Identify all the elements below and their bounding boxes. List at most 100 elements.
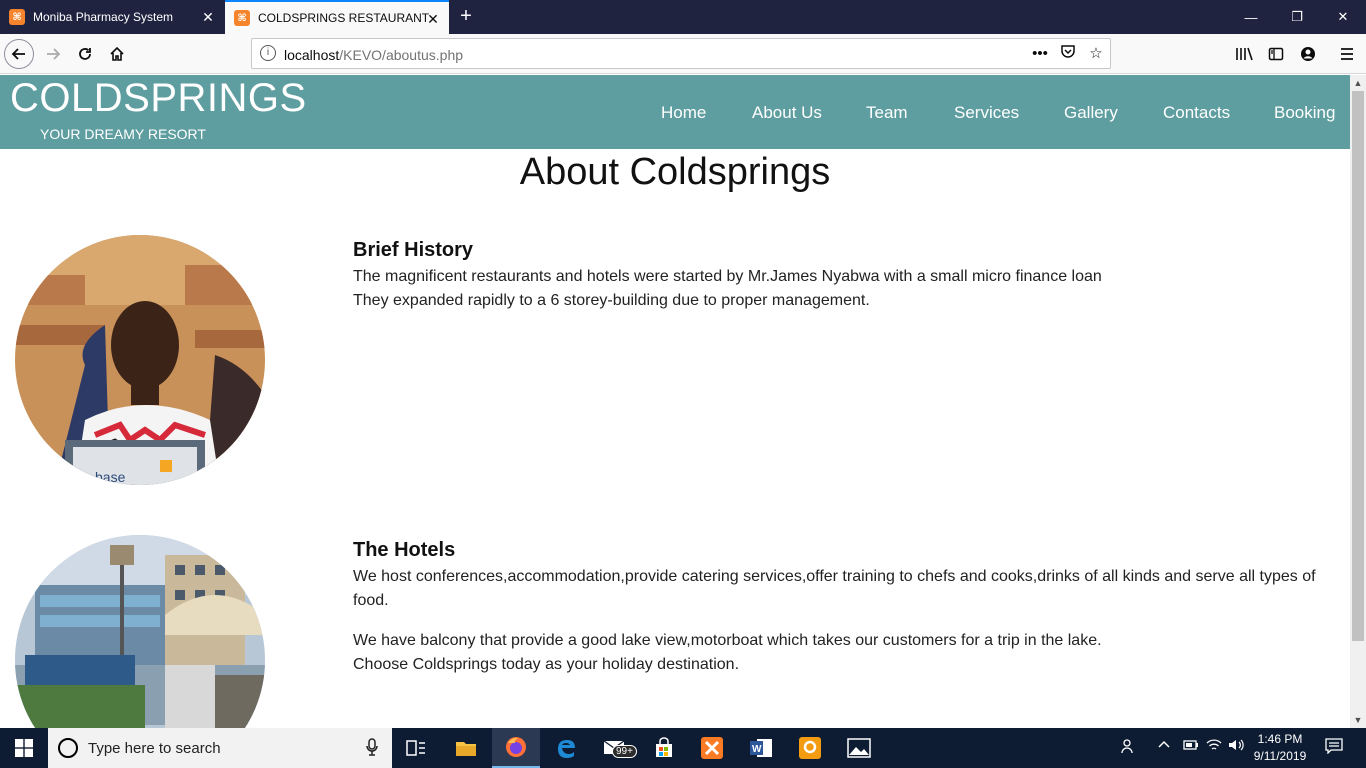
tab-title: COLDSPRINGS RESTAURANT bbox=[258, 11, 430, 25]
history-line-2: They expanded rapidly to a 6 storey-buil… bbox=[353, 292, 870, 309]
mail-taskbar-button[interactable]: 99+ bbox=[592, 728, 640, 768]
section-title-the-hotels: The Hotels bbox=[353, 539, 456, 561]
cortana-icon bbox=[58, 738, 78, 758]
laptop-sticker-text: base bbox=[95, 469, 126, 485]
task-view-button[interactable] bbox=[392, 728, 440, 768]
scroll-down-arrow-icon[interactable]: ▼ bbox=[1350, 712, 1366, 728]
menu-button[interactable] bbox=[1332, 39, 1362, 69]
taskbar-search-box[interactable]: Type here to search bbox=[48, 728, 392, 768]
microphone-icon[interactable] bbox=[366, 738, 378, 760]
file-explorer-button[interactable] bbox=[442, 728, 490, 768]
pdf-app-icon bbox=[799, 737, 821, 759]
word-taskbar-button[interactable]: W bbox=[737, 728, 785, 768]
notification-shape-icon bbox=[1325, 738, 1343, 755]
sidebar-icon bbox=[1268, 47, 1284, 61]
edge-icon bbox=[558, 740, 575, 758]
firefox-icon bbox=[506, 737, 526, 757]
wifi-shape-icon bbox=[1206, 739, 1222, 750]
windows-taskbar: Type here to search 99+ W 1:46 PM 9/11/2… bbox=[0, 728, 1366, 768]
show-hidden-icons-chevron-icon[interactable] bbox=[1157, 738, 1171, 755]
account-button[interactable] bbox=[1293, 39, 1323, 69]
hotels-line-3: Choose Coldsprings today as your holiday… bbox=[353, 656, 740, 673]
history-line-1: The magnificent restaurants and hotels w… bbox=[353, 268, 1102, 285]
nav-link-services[interactable]: Services bbox=[954, 103, 1019, 123]
folder-icon bbox=[456, 742, 476, 756]
home-icon bbox=[110, 46, 124, 61]
restore-window-button[interactable]: ❐ bbox=[1274, 0, 1320, 34]
reload-icon bbox=[79, 48, 91, 60]
tab-coldsprings-restaurant[interactable]: ⌘ COLDSPRINGS RESTAURANT ✕ bbox=[225, 0, 449, 34]
photos-taskbar-button[interactable] bbox=[835, 728, 883, 768]
mail-unread-badge: 99+ bbox=[612, 745, 637, 758]
hamburger-menu-icon bbox=[1341, 48, 1353, 60]
account-icon bbox=[1301, 47, 1315, 61]
home-button[interactable] bbox=[102, 39, 132, 69]
web-page: COLDSPRINGS YOUR DREAMY RESORT Home Abou… bbox=[0, 75, 1350, 728]
url-host: localhost bbox=[284, 47, 340, 63]
hotels-line-2: We have balcony that provide a good lake… bbox=[353, 632, 1102, 649]
library-icon bbox=[1236, 47, 1253, 61]
section-title-brief-history: Brief History bbox=[353, 239, 474, 261]
browser-tab-strip: ⌘ Moniba Pharmacy System ✕ ⌘ COLDSPRINGS… bbox=[0, 0, 1366, 34]
close-tab-icon[interactable]: ✕ bbox=[200, 9, 216, 25]
search-placeholder: Type here to search bbox=[88, 740, 221, 757]
back-arrow-icon bbox=[11, 48, 25, 60]
clock-date: 9/11/2019 bbox=[1253, 749, 1307, 763]
nav-link-contacts[interactable]: Contacts bbox=[1163, 103, 1230, 123]
people-icon[interactable] bbox=[1121, 738, 1137, 757]
nav-link-gallery[interactable]: Gallery bbox=[1064, 103, 1118, 123]
page-actions-icon[interactable]: ••• bbox=[1029, 43, 1051, 65]
site-brand-logo[interactable]: COLDSPRINGS bbox=[10, 76, 307, 121]
site-info-icon[interactable]: i bbox=[260, 45, 276, 61]
hotel-photo bbox=[15, 535, 265, 728]
browser-toolbar: i localhost/KEVO/aboutus.php ••• ☆ bbox=[0, 34, 1366, 74]
url-path: /KEVO/aboutus.php bbox=[339, 47, 464, 63]
store-taskbar-button[interactable] bbox=[640, 728, 688, 768]
xampp-favicon-icon: ⌘ bbox=[234, 10, 250, 26]
page-title: About Coldsprings bbox=[519, 151, 831, 193]
pocket-icon[interactable] bbox=[1057, 43, 1079, 65]
forward-button[interactable] bbox=[38, 39, 68, 69]
action-center-icon[interactable] bbox=[1325, 738, 1343, 757]
library-button[interactable] bbox=[1229, 39, 1259, 69]
taskbar-clock[interactable]: 1:46 PM 9/11/2019 bbox=[1248, 731, 1312, 765]
nav-link-booking[interactable]: Booking bbox=[1274, 103, 1335, 123]
battery-icon[interactable] bbox=[1181, 738, 1199, 755]
windows-logo-icon bbox=[15, 739, 33, 757]
firefox-taskbar-button[interactable] bbox=[492, 728, 540, 768]
back-button[interactable] bbox=[4, 39, 34, 69]
bookmark-star-icon[interactable]: ☆ bbox=[1085, 43, 1107, 65]
start-button[interactable] bbox=[0, 728, 48, 768]
sidebar-button[interactable] bbox=[1261, 39, 1291, 69]
svg-text:W: W bbox=[752, 744, 762, 755]
speaker-shape-icon bbox=[1229, 739, 1244, 751]
nav-link-team[interactable]: Team bbox=[866, 103, 908, 123]
close-tab-icon[interactable]: ✕ bbox=[425, 11, 441, 27]
pocket-shape-icon bbox=[1061, 45, 1075, 58]
forward-arrow-icon bbox=[47, 48, 61, 60]
tab-moniba-pharmacy[interactable]: ⌘ Moniba Pharmacy System ✕ bbox=[0, 0, 224, 34]
edge-taskbar-button[interactable] bbox=[542, 728, 590, 768]
minimize-window-button[interactable]: — bbox=[1228, 0, 1274, 34]
battery-shape-icon bbox=[1183, 740, 1198, 750]
page-scrollbar[interactable]: ▲ ▼ bbox=[1350, 75, 1366, 728]
pdf-app-taskbar-button[interactable] bbox=[786, 728, 834, 768]
volume-icon[interactable] bbox=[1228, 738, 1246, 755]
scrollbar-thumb[interactable] bbox=[1352, 91, 1364, 641]
tab-title: Moniba Pharmacy System bbox=[33, 10, 174, 24]
new-tab-button[interactable]: + bbox=[455, 5, 477, 27]
address-bar[interactable]: i localhost/KEVO/aboutus.php ••• ☆ bbox=[251, 38, 1111, 69]
founder-photo: base bbox=[15, 235, 265, 485]
site-header: COLDSPRINGS YOUR DREAMY RESORT Home Abou… bbox=[0, 75, 1350, 149]
close-window-button[interactable]: ✕ bbox=[1320, 0, 1366, 34]
xampp-icon bbox=[701, 737, 723, 759]
wifi-icon[interactable] bbox=[1206, 738, 1222, 755]
nav-link-about-us[interactable]: About Us bbox=[752, 103, 822, 123]
nav-link-home[interactable]: Home bbox=[661, 103, 706, 123]
clock-time: 1:46 PM bbox=[1257, 732, 1303, 746]
scroll-up-arrow-icon[interactable]: ▲ bbox=[1350, 75, 1366, 91]
xampp-favicon-icon: ⌘ bbox=[9, 9, 25, 25]
portrait-illustration: base bbox=[15, 235, 265, 485]
reload-button[interactable] bbox=[70, 39, 100, 69]
xampp-taskbar-button[interactable] bbox=[688, 728, 736, 768]
